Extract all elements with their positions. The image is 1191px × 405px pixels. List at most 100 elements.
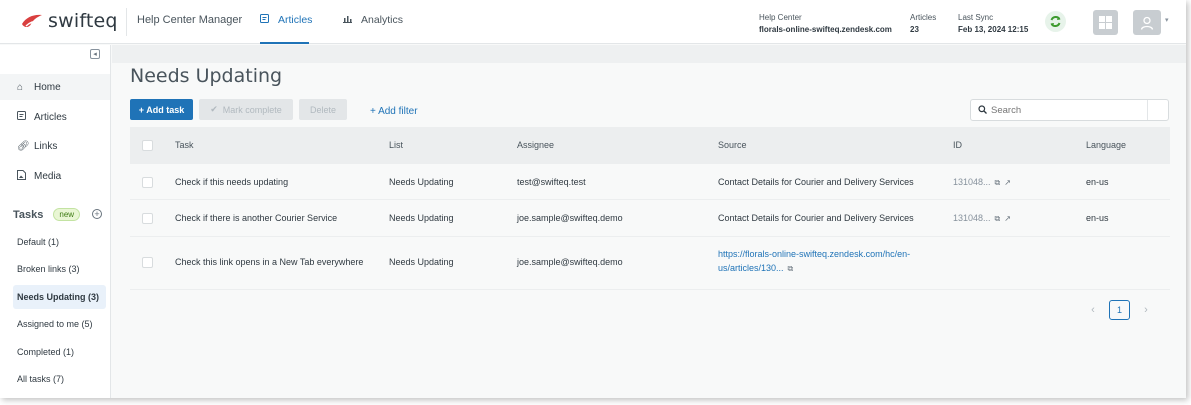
id-cell: 131048... ⧉ ↗	[953, 177, 1011, 188]
sidebar-item-links[interactable]: 🔗︎ Links	[0, 133, 110, 159]
home-icon: ⌂	[17, 81, 24, 93]
external-link-icon[interactable]: ↗	[1004, 178, 1011, 187]
avatar[interactable]	[1133, 10, 1161, 35]
user-icon	[1140, 16, 1154, 30]
top-bar: swifteq Help Center Manager Articles Ana…	[0, 0, 1186, 44]
articles-count-value: 23	[910, 25, 919, 34]
column-header-language[interactable]: Language	[1086, 140, 1126, 150]
task-list-default[interactable]: Default (1)	[13, 230, 106, 254]
column-header-source[interactable]: Source	[718, 140, 747, 150]
column-header-id[interactable]: ID	[953, 140, 962, 150]
source-link-line2[interactable]: us/articles/130...	[718, 263, 784, 273]
delete-button[interactable]: Delete	[299, 99, 347, 120]
table-header: Task List Assignee Source ID Language	[130, 127, 1170, 164]
source-cell[interactable]: Contact Details for Courier and Delivery…	[718, 177, 914, 187]
column-header-assignee[interactable]: Assignee	[517, 140, 554, 150]
page-title: Needs Updating	[130, 65, 283, 87]
sidebar: ◂ ⌂ Home Articles 🔗︎ Links Media Tasks n…	[0, 45, 111, 398]
tasks-header: Tasks new	[13, 208, 81, 221]
pagination: ‹ 1 ›	[1083, 300, 1156, 320]
tab-analytics[interactable]: Analytics	[343, 14, 403, 44]
tab-articles-label: Articles	[278, 14, 313, 26]
source-cell[interactable]: Contact Details for Courier and Delivery…	[718, 213, 914, 223]
list-cell: Needs Updating	[389, 177, 454, 187]
task-list-broken-links[interactable]: Broken links (3)	[13, 257, 106, 281]
previous-page-icon[interactable]: ‹	[1083, 304, 1103, 316]
next-page-icon[interactable]: ›	[1136, 304, 1156, 316]
task-cell[interactable]: Check if this needs updating	[175, 177, 288, 187]
add-filter-button[interactable]: + Add filter	[370, 101, 418, 122]
assignee-cell: joe.sample@swifteq.demo	[517, 257, 623, 267]
swifteq-logo-icon	[22, 14, 42, 27]
external-link-icon[interactable]: ↗	[1004, 214, 1011, 223]
last-sync-value: Feb 13, 2024 12:15	[958, 25, 1029, 34]
language-cell: en-us	[1086, 177, 1109, 187]
column-header-task[interactable]: Task	[175, 140, 194, 150]
main-top-band	[112, 45, 1186, 63]
table-row[interactable]: Check if there is another Courier Servic…	[130, 200, 1170, 237]
task-cell[interactable]: Check this link opens in a New Tab every…	[175, 257, 363, 267]
app-window: swifteq Help Center Manager Articles Ana…	[0, 0, 1186, 398]
logo-wordmark: swifteq	[48, 10, 118, 32]
media-icon	[17, 169, 31, 183]
mark-complete-button[interactable]: ✔ Mark complete	[199, 99, 293, 120]
article-icon	[17, 111, 31, 123]
sidebar-item-label: Home	[34, 81, 61, 93]
search-divider	[1147, 100, 1148, 120]
select-all-checkbox[interactable]	[142, 140, 153, 151]
task-list-completed[interactable]: Completed (1)	[13, 340, 106, 364]
table-row[interactable]: Check if this needs updating Needs Updat…	[130, 164, 1170, 200]
task-cell[interactable]: Check if there is another Courier Servic…	[175, 213, 337, 223]
task-list-all-tasks[interactable]: All tasks (7)	[13, 367, 106, 391]
new-badge: new	[53, 208, 81, 221]
search-icon	[978, 104, 987, 116]
chevron-down-icon[interactable]: ▾	[1165, 16, 1169, 24]
app-title: Help Center Manager	[137, 14, 243, 26]
logo[interactable]: swifteq	[20, 10, 118, 32]
source-link-cell[interactable]: https://florals-online-swifteq.zendesk.c…	[718, 247, 910, 276]
sync-button[interactable]	[1045, 11, 1066, 32]
assignee-cell: test@swifteq.test	[517, 177, 586, 187]
sidebar-item-label: Media	[34, 170, 62, 182]
source-link-line1[interactable]: https://florals-online-swifteq.zendesk.c…	[718, 247, 910, 261]
help-center-label: Help Center	[759, 13, 802, 22]
main-content: Needs Updating + Add task ✔ Mark complet…	[112, 45, 1186, 398]
copy-icon[interactable]: ⧉	[788, 264, 794, 273]
copy-icon[interactable]: ⧉	[995, 214, 1001, 223]
collapse-sidebar-icon[interactable]: ◂	[90, 49, 100, 59]
task-list-needs-updating[interactable]: Needs Updating (3)	[13, 285, 106, 309]
tab-articles[interactable]: Articles	[260, 14, 313, 44]
language-cell: en-us	[1086, 213, 1109, 223]
header-divider	[126, 8, 127, 36]
add-task-button[interactable]: + Add task	[130, 99, 193, 120]
sidebar-item-articles[interactable]: Articles	[0, 104, 110, 130]
apps-button[interactable]	[1093, 10, 1118, 35]
list-cell: Needs Updating	[389, 257, 454, 267]
id-value: 131048...	[953, 213, 991, 223]
sidebar-item-home[interactable]: ⌂ Home	[0, 74, 110, 100]
grid-icon	[1099, 16, 1112, 29]
column-header-list[interactable]: List	[389, 140, 403, 150]
sidebar-item-label: Links	[34, 140, 58, 152]
table-row[interactable]: Check this link opens in a New Tab every…	[130, 237, 1170, 290]
help-center-value: florals-online-swifteq.zendesk.com	[759, 25, 892, 34]
list-cell: Needs Updating	[389, 213, 454, 223]
link-icon: 🔗︎	[17, 140, 30, 152]
sidebar-item-media[interactable]: Media	[0, 163, 110, 189]
row-checkbox[interactable]	[142, 213, 153, 224]
articles-count-info: Articles 23	[910, 12, 936, 36]
copy-icon[interactable]: ⧉	[995, 178, 1001, 187]
sync-icon	[1050, 16, 1061, 27]
tasks-title: Tasks	[13, 208, 44, 221]
articles-count-label: Articles	[910, 13, 937, 22]
last-sync-info: Last Sync Feb 13, 2024 12:15	[958, 12, 1028, 36]
assignee-cell: joe.sample@swifteq.demo	[517, 213, 623, 223]
row-checkbox[interactable]	[142, 257, 153, 268]
checkmark-icon: ✔	[210, 104, 218, 114]
add-task-list-icon[interactable]: +	[92, 209, 102, 219]
task-list-assigned-to-me[interactable]: Assigned to me (5)	[13, 312, 106, 336]
last-sync-label: Last Sync	[958, 13, 994, 22]
row-checkbox[interactable]	[142, 177, 153, 188]
page-number-current[interactable]: 1	[1109, 300, 1130, 320]
search-input[interactable]	[991, 104, 1151, 116]
